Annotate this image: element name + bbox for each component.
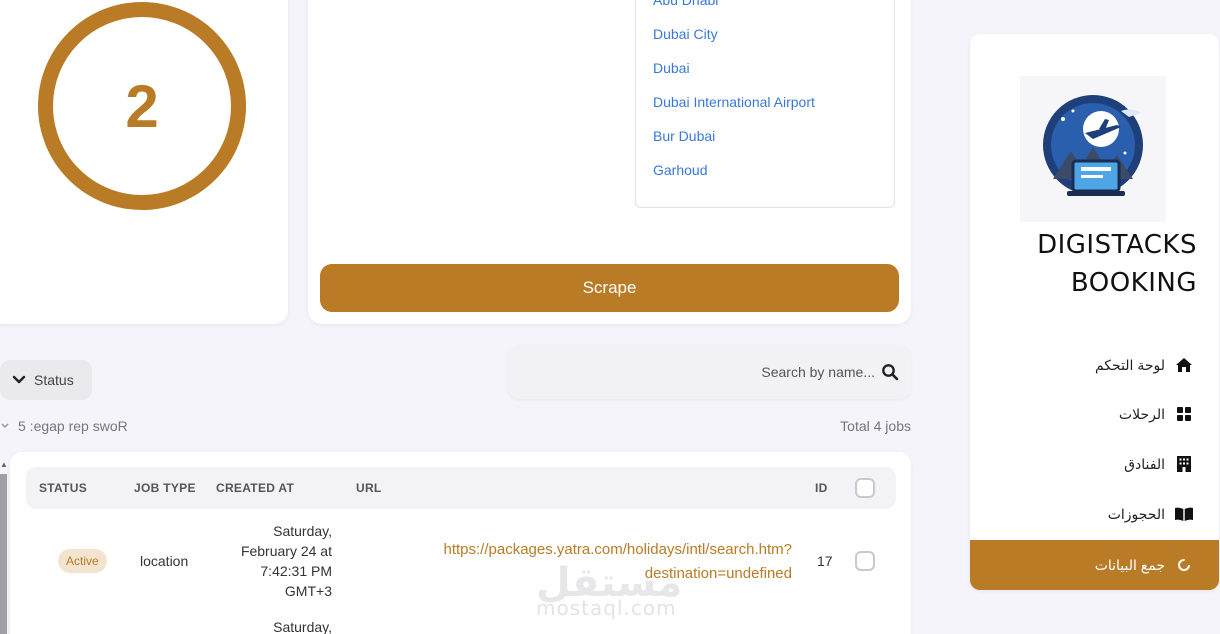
count-ring: 2 (38, 2, 246, 210)
search-icon[interactable] (881, 363, 899, 381)
scrape-button[interactable]: Scrape (320, 264, 899, 312)
nav-item-hotels[interactable]: الفنادق (1124, 452, 1193, 476)
nav-label: الرحلات (1118, 405, 1165, 422)
building-icon (1175, 455, 1193, 473)
rows-per-page-select[interactable]: Rows per page: 5 (0, 418, 128, 434)
id-cell: 17 (817, 553, 833, 569)
book-icon (1175, 505, 1193, 523)
grid-icon (1175, 405, 1193, 423)
location-option[interactable]: Bur Dubai (653, 128, 715, 144)
search-input[interactable] (555, 364, 875, 380)
nav-item-dashboard[interactable]: لوحة التحكم (1095, 353, 1193, 377)
count-value: 2 (125, 72, 159, 140)
header-job-type[interactable]: JOB TYPE (134, 481, 196, 495)
created-at-cell: Saturday, February 24 at 7:42:31 PM GMT+… (240, 523, 332, 599)
nav-label: جمع البيانات (1094, 556, 1165, 573)
sidebar: DIGISTACKS BOOKING لوحة التحكم الرحلات ا… (970, 34, 1219, 590)
created-at-cell: Saturday, (273, 619, 332, 634)
status-badge: Active (58, 549, 107, 573)
brand-line-1: DIGISTACKS (1037, 230, 1197, 260)
header-status[interactable]: STATUS (39, 481, 87, 495)
nav-item-bookings[interactable]: الحجوزات (1108, 502, 1193, 526)
spinner-icon (1175, 556, 1193, 574)
chevron-down-icon (12, 375, 26, 384)
header-created-at[interactable]: CREATED AT (216, 481, 294, 495)
scroll-up-arrow-icon[interactable]: ▲ (0, 460, 8, 469)
row-checkbox[interactable] (855, 551, 875, 571)
brand-logo (1020, 76, 1166, 222)
job-type-cell: location (140, 553, 189, 569)
select-all-checkbox[interactable] (855, 478, 875, 498)
chevron-down-icon (1, 423, 9, 429)
brand-line-2: BOOKING (1070, 268, 1197, 298)
watermark-latin: mostaql.com (536, 596, 677, 620)
search-box (508, 345, 911, 399)
total-jobs: Total 4 jobs (840, 418, 911, 434)
location-option[interactable]: Abu Dhabi (653, 0, 718, 8)
rows-per-page-label: Rows per page: 5 (18, 418, 128, 434)
nav-item-data-collection[interactable]: جمع البيانات (970, 540, 1219, 590)
nav-item-flights[interactable]: الرحلات (1119, 402, 1193, 426)
nav-item-data-collection-content: جمع البيانات (1095, 553, 1193, 577)
location-option[interactable]: Dubai (653, 60, 690, 76)
airplane-globe-logo-icon (1043, 95, 1143, 196)
status-filter-label: Status (34, 372, 74, 388)
header-url[interactable]: URL (356, 481, 382, 495)
brand-name: DIGISTACKS BOOKING (1037, 226, 1197, 302)
nav-label: الحجوزات (1107, 505, 1165, 522)
location-option[interactable]: Dubai City (653, 26, 718, 42)
location-option[interactable]: Garhoud (653, 162, 707, 178)
nav-label: الفنادق (1124, 455, 1165, 472)
location-option[interactable]: Dubai International Airport (653, 94, 815, 110)
status-filter-button[interactable]: Status (0, 360, 92, 400)
nav-label: لوحة التحكم (1094, 356, 1165, 373)
home-icon (1175, 356, 1193, 374)
header-id[interactable]: ID (815, 481, 828, 495)
scrollbar-thumb[interactable] (0, 474, 7, 634)
location-dropdown-list: Abu Dhabi Dubai City Dubai Dubai Interna… (635, 0, 895, 208)
